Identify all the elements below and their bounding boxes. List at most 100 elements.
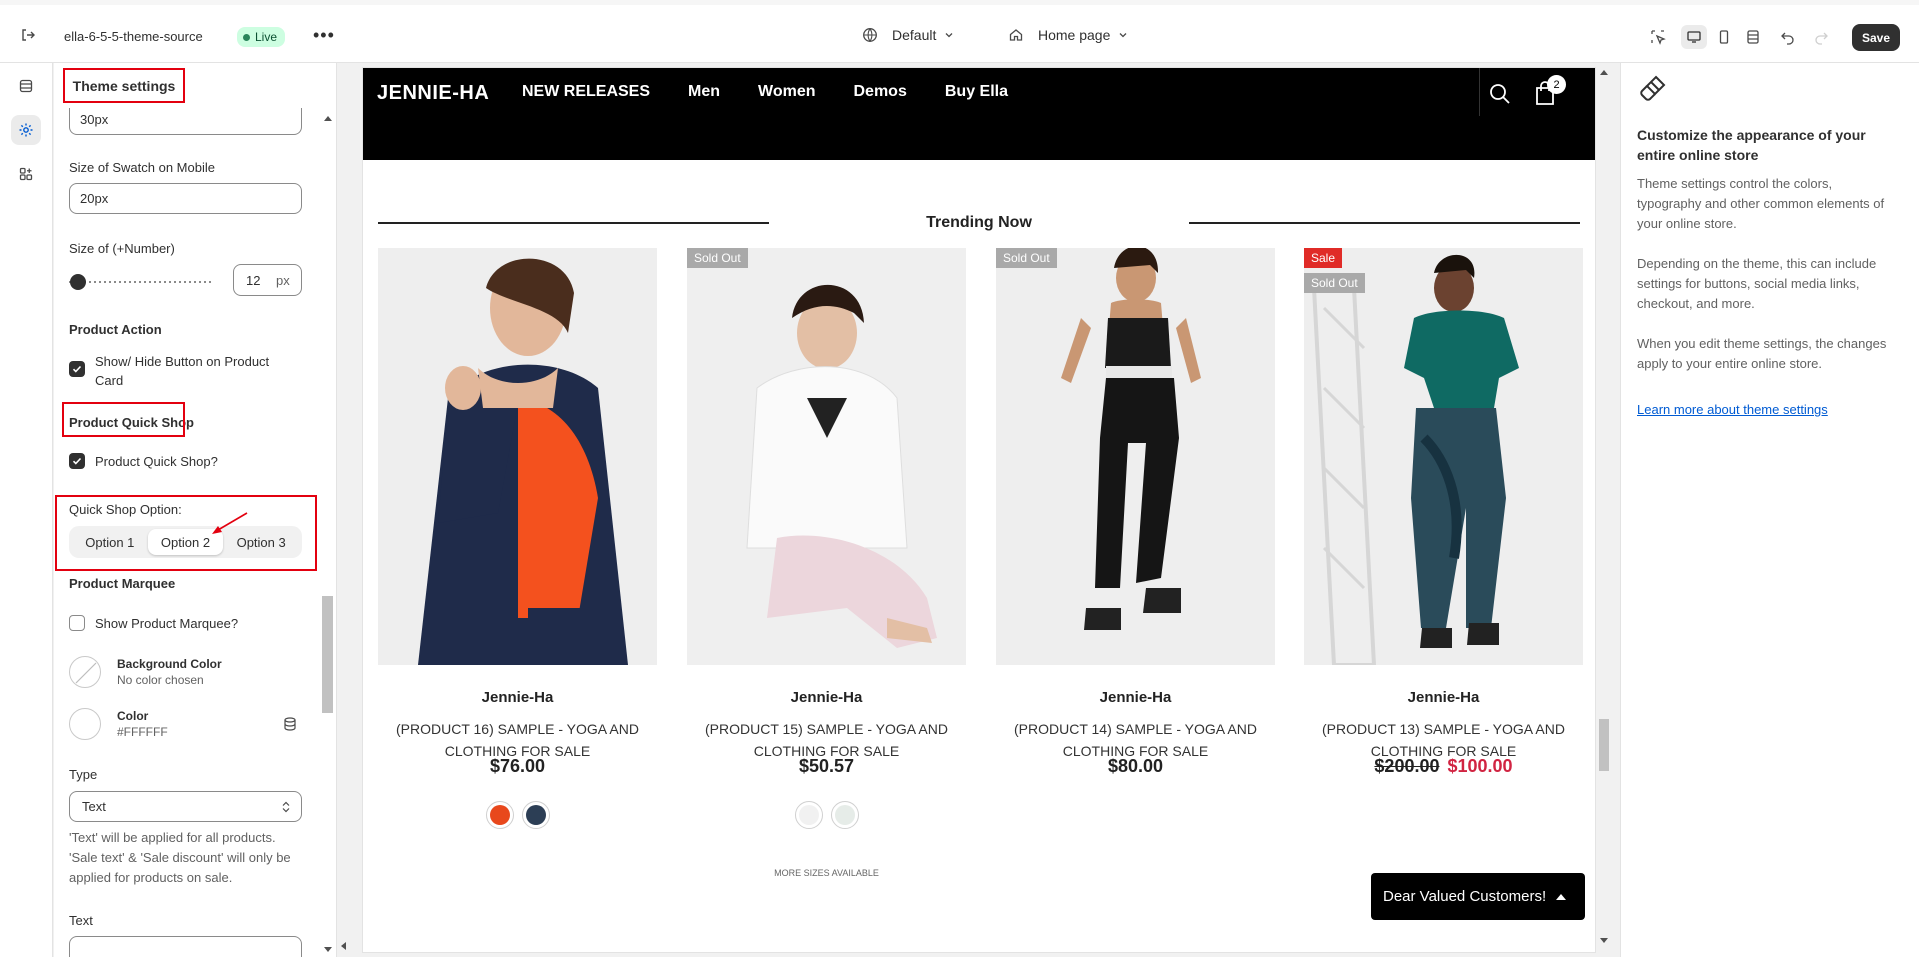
globe-icon: [863, 28, 877, 42]
text-label: Text: [69, 913, 93, 928]
header-divider: [1479, 68, 1480, 116]
redo-icon[interactable]: [1808, 25, 1834, 49]
home-icon: [1009, 29, 1023, 41]
quick-shop-option-1[interactable]: Option 1: [72, 529, 148, 555]
checkmark-icon: [72, 365, 82, 373]
annotation-arrow-icon: [212, 512, 248, 534]
number-size-slider-track[interactable]: [69, 280, 212, 284]
type-help-text: 'Text' will be applied for all products.…: [69, 830, 291, 885]
type-select[interactable]: Text: [69, 791, 302, 822]
sold-out-badge: Sold Out: [1304, 273, 1365, 293]
size-input-top[interactable]: 30px: [69, 104, 302, 135]
more-sizes-text: MORE SIZES AVAILABLE: [774, 868, 879, 878]
swatch-mobile-label: Size of Swatch on Mobile: [69, 160, 215, 175]
swatch-orange[interactable]: [485, 801, 514, 829]
show-hide-button-checkbox[interactable]: [69, 361, 85, 377]
nav-buy-ella[interactable]: Buy Ella: [945, 83, 1008, 101]
product-price: $200.00 $100.00: [1304, 756, 1583, 777]
cart-count-badge: 2: [1547, 75, 1566, 94]
store-name: ella-6-5-5-theme-source: [64, 29, 203, 44]
color-swatch[interactable]: [69, 708, 101, 740]
sidebar-title: Theme settings: [63, 68, 185, 103]
sale-price: $100.00: [1447, 756, 1513, 776]
announcement-toast[interactable]: Dear Valued Customers!: [1371, 873, 1585, 920]
store-logo[interactable]: JENNIE-HA: [377, 82, 489, 105]
checkmark-icon: [72, 457, 82, 465]
quick-shop-checkbox-label: Product Quick Shop?: [95, 454, 218, 469]
database-icon[interactable]: [283, 717, 297, 731]
color-value: #FFFFFF: [117, 725, 168, 739]
product-image[interactable]: Sold Out: [687, 248, 966, 665]
swatch-mobile-input[interactable]: 20px: [69, 183, 302, 214]
product-brand: Jennie-Ha: [790, 689, 863, 706]
nav-women[interactable]: Women: [758, 83, 815, 101]
left-rail: [0, 63, 53, 957]
preview-scroll-down-arrow[interactable]: [1600, 938, 1608, 943]
number-size-label: Size of (+Number): [69, 241, 175, 256]
background-color-swatch[interactable]: [69, 656, 101, 688]
fullscreen-icon[interactable]: [1740, 25, 1766, 49]
chevron-down-icon: [945, 33, 953, 38]
sidebar-scrollbar-thumb[interactable]: [322, 596, 333, 713]
background-color-title: Background Color: [117, 657, 222, 671]
right-info-panel: Customize the appearance of your entire …: [1620, 63, 1919, 957]
background-color-value: No color chosen: [117, 673, 204, 687]
product-image[interactable]: [378, 248, 657, 665]
model-teal-top-image: [1304, 248, 1583, 665]
quick-shop-checkbox[interactable]: [69, 453, 85, 469]
apps-icon[interactable]: [11, 159, 41, 189]
desktop-view-icon[interactable]: [1681, 25, 1707, 49]
product-brand: Jennie-Ha: [481, 689, 554, 706]
section-title-rule-right: [1189, 222, 1580, 224]
paintbrush-icon: [1640, 75, 1666, 101]
product-image[interactable]: Sale Sold Out: [1304, 248, 1583, 665]
live-dot-icon: [243, 33, 250, 41]
preview-scrollbar-thumb[interactable]: [1599, 719, 1609, 771]
swatch-navy[interactable]: [521, 801, 550, 829]
swatch-mint[interactable]: [830, 801, 859, 829]
inspector-icon[interactable]: [1645, 25, 1671, 49]
top-bar: ella-6-5-5-theme-source Live ••• Default…: [0, 0, 1919, 63]
page-selector[interactable]: Home page: [1008, 27, 1128, 43]
status-badge: Live: [237, 27, 286, 47]
sidebar-header: Theme settings: [54, 63, 336, 108]
preview-scroll-left-arrow[interactable]: [341, 942, 346, 950]
sections-icon[interactable]: [11, 71, 41, 101]
sold-out-badge: Sold Out: [687, 248, 748, 268]
more-actions-button[interactable]: •••: [313, 25, 335, 46]
product-image[interactable]: Sold Out: [996, 248, 1275, 665]
panel-paragraph-2: Depending on the theme, this can include…: [1637, 256, 1877, 311]
product-price: $76.00: [489, 756, 546, 776]
model-orange-jacket-image: [378, 248, 657, 665]
model-black-leggings-image: [996, 248, 1275, 665]
save-button[interactable]: Save: [1852, 24, 1900, 51]
preview-scroll-up-arrow[interactable]: [1600, 70, 1608, 75]
type-label: Type: [69, 767, 98, 782]
product-brand: Jennie-Ha: [1099, 689, 1172, 706]
product-swatches: [378, 801, 657, 829]
nav-men[interactable]: Men: [688, 83, 720, 101]
model-white-sweater-image: [687, 248, 966, 665]
product-swatches: [687, 801, 966, 829]
exit-icon[interactable]: [16, 23, 40, 47]
store-header: JENNIE-HA NEW RELEASES Men Women Demos B…: [363, 68, 1595, 160]
scroll-up-arrow[interactable]: [324, 116, 332, 121]
nav-demos[interactable]: Demos: [854, 83, 907, 101]
undo-icon[interactable]: [1775, 25, 1801, 49]
storefront-preview: JENNIE-HA NEW RELEASES Men Women Demos B…: [363, 68, 1595, 952]
nav-new-releases[interactable]: NEW RELEASES: [522, 83, 650, 101]
theme-settings-gear-icon[interactable]: [11, 115, 41, 145]
swatch-white[interactable]: [794, 801, 823, 829]
marquee-checkbox[interactable]: [69, 615, 85, 631]
search-icon[interactable]: [1488, 82, 1512, 106]
mobile-view-icon[interactable]: [1711, 25, 1737, 49]
text-input[interactable]: [69, 936, 302, 957]
number-size-input[interactable]: 12 px: [233, 264, 302, 296]
scroll-down-arrow[interactable]: [324, 947, 332, 952]
store-nav: NEW RELEASES Men Women Demos Buy Ella: [522, 83, 1046, 101]
number-size-slider-handle[interactable]: [70, 274, 86, 290]
learn-more-link[interactable]: Learn more about theme settings: [1637, 402, 1828, 417]
theme-selector[interactable]: Default: [862, 27, 954, 43]
panel-paragraph-3: When you edit theme settings, the change…: [1637, 336, 1887, 371]
quick-shop-option-label: Quick Shop Option:: [69, 502, 182, 517]
